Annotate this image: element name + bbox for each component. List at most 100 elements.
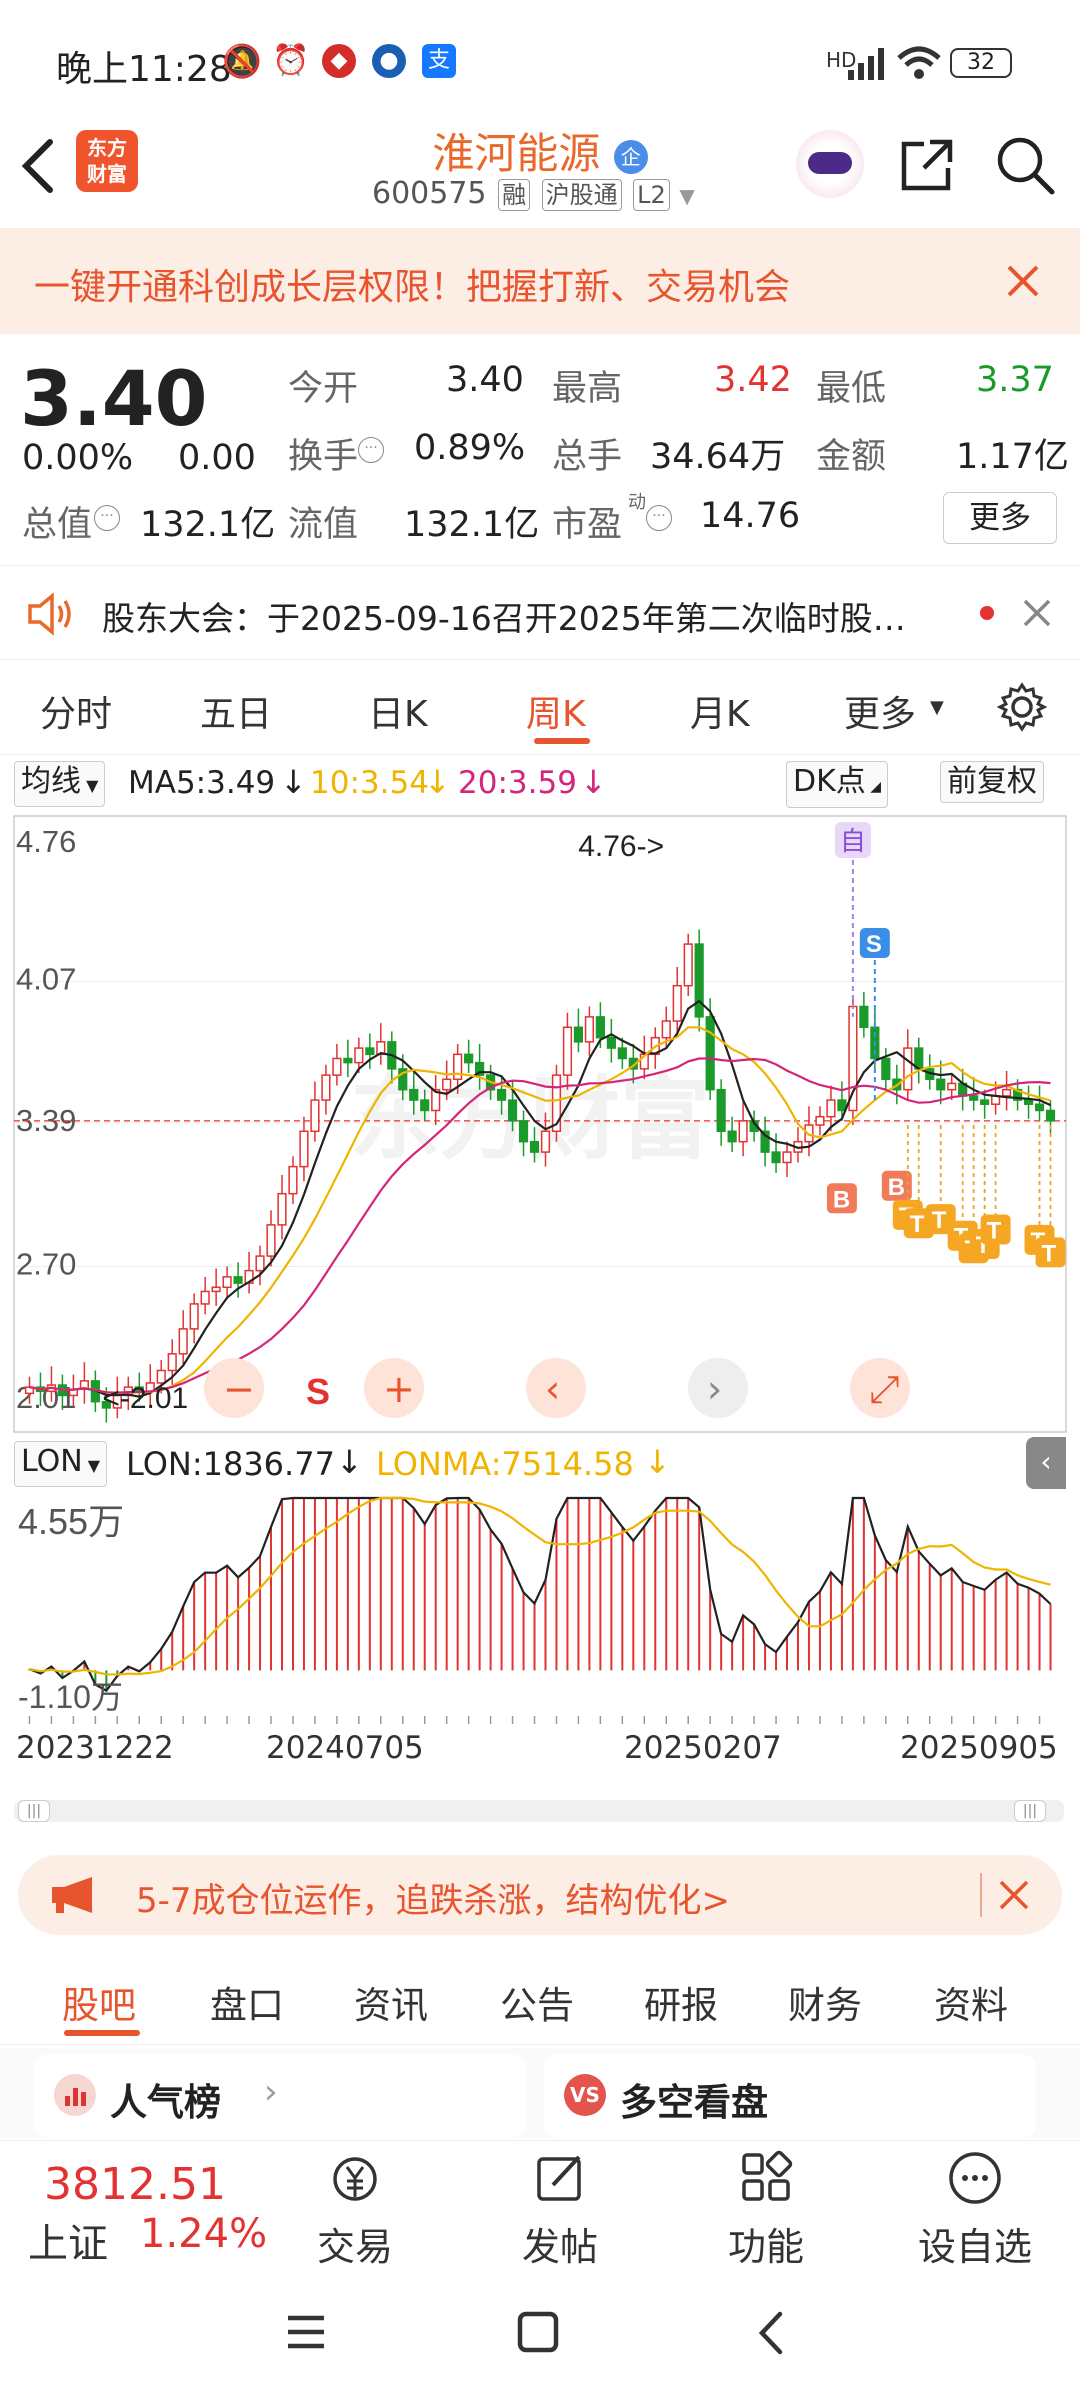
candle-body (409, 1088, 419, 1101)
candle-body (442, 1078, 452, 1091)
candle-body (310, 1099, 320, 1133)
battery-level: 32 (967, 50, 995, 75)
lon-indicator-chart[interactable]: 4.55万 -1.10万 (0, 1490, 1080, 1725)
candle-body (464, 1053, 474, 1064)
candle-body (332, 1057, 342, 1076)
trade-button[interactable]: 交易 (275, 2216, 435, 2271)
candle-body (189, 1303, 199, 1330)
date-label: 20250905 (900, 1730, 1058, 1766)
mktcap-label: 总值 (22, 505, 93, 545)
candle-body (233, 1276, 243, 1284)
candle-body (266, 1224, 276, 1257)
candle-body (167, 1353, 177, 1372)
sub-indicator-label: LON (21, 1444, 83, 1479)
enterprise-badge-icon: 企 (613, 139, 648, 174)
strategy-ad-bar[interactable]: 5-7成仓位运作，追跌杀涨，结构优化> (18, 1855, 1062, 1935)
candle-body (562, 1026, 573, 1076)
home-icon[interactable] (516, 2310, 560, 2354)
notice-bar[interactable]: 股东大会：于2025-09-16召开2025年第二次临时股… (0, 565, 1080, 660)
promo-banner[interactable]: 一键开通科创成长层权限！把握打新、交易机会 (0, 228, 1080, 334)
chart-range-scrollbar[interactable]: ||| ||| (14, 1800, 1064, 1822)
tab-five-day[interactable]: 五日 (200, 685, 272, 737)
candle-body (420, 1099, 430, 1112)
chevron-down-icon[interactable]: ▼ (679, 184, 694, 208)
range-handle-left[interactable]: ||| (18, 1800, 50, 1822)
back-nav-icon[interactable] (754, 2310, 788, 2356)
tab-forum[interactable]: 股吧 (62, 1975, 136, 2029)
tab-more[interactable]: 更多 (844, 685, 916, 737)
tab-research[interactable]: 研报 (644, 1975, 718, 2029)
ranking-icon (54, 2074, 96, 2116)
down-arrow-icon: ↓ (644, 1443, 671, 1481)
last-price: 3.40 (20, 354, 208, 443)
close-icon[interactable] (998, 1879, 1030, 1911)
post-button[interactable]: 发帖 (480, 2216, 640, 2271)
candle-body (321, 1074, 331, 1101)
tab-announcements[interactable]: 公告 (500, 1975, 574, 2029)
candle-body (507, 1099, 518, 1122)
price-adjust-button[interactable]: 前复权 (940, 761, 1044, 803)
down-arrow-icon: ↓ (280, 763, 307, 801)
tab-profile[interactable]: 资料 (934, 1975, 1008, 2029)
info-icon[interactable]: ··· (646, 505, 672, 531)
menu-icon[interactable] (284, 2312, 328, 2352)
candle-body (683, 943, 693, 987)
popularity-card[interactable]: 人气榜 › (34, 2054, 526, 2138)
ma10-value: 10:3.54 (310, 765, 429, 801)
range-handle-right[interactable]: ||| (1014, 1800, 1046, 1822)
ai-assistant-avatar[interactable] (796, 130, 864, 198)
tab-financials[interactable]: 财务 (788, 1975, 862, 2029)
indicator-mode-select[interactable]: 均线 ▼ (14, 761, 106, 807)
bottom-action-bar: 3812.51 上证 1.24% 交易 发帖 功能 设自选 (0, 2140, 1080, 2269)
down-arrow-icon: ↓ (580, 763, 607, 801)
turnover-label: 换手 (288, 437, 359, 477)
close-icon[interactable] (1006, 264, 1040, 298)
lon-top-label: 4.55万 (18, 1501, 124, 1542)
index-change[interactable]: 1.24% (140, 2211, 267, 2257)
robot-face-icon (808, 152, 852, 174)
tab-news[interactable]: 资讯 (354, 1975, 428, 2029)
candle-body (211, 1286, 221, 1293)
tab-monthly-k[interactable]: 月K (690, 685, 750, 737)
candle-body (288, 1165, 298, 1195)
status-bar: 晚上11:28 🔕 ⏰ ◆ ● 支 HD 32 (0, 0, 1080, 120)
functions-button[interactable]: 功能 (686, 2216, 846, 2271)
tab-intraday[interactable]: 分时 (40, 685, 112, 737)
date-label: 20231222 (16, 1730, 174, 1766)
weekly-kline-chart[interactable]: 东方财富4.764.073.392.702.014.76-><-2.01自SB B… (0, 810, 1080, 1437)
more-button[interactable]: 更多 (943, 492, 1057, 544)
self-marker-text: 自 (840, 826, 866, 856)
float-label: 流值 (288, 505, 359, 545)
index-value[interactable]: 3812.51 (44, 2159, 226, 2210)
settings-gear-icon[interactable] (996, 681, 1048, 733)
low-value: 3.37 (976, 360, 1054, 400)
share-icon[interactable] (898, 136, 956, 194)
tab-order-book[interactable]: 盘口 (210, 1975, 284, 2029)
down-arrow-icon: ↓ (424, 763, 451, 801)
add-watchlist-button[interactable]: 设自选 (895, 2216, 1055, 2271)
candle-body (573, 1026, 584, 1043)
info-icon[interactable]: ··· (94, 505, 120, 531)
candle-body (771, 1151, 781, 1164)
divider (980, 1873, 982, 1917)
info-icon[interactable]: ··· (358, 437, 384, 463)
y-tick-label: 2.01 (16, 1380, 76, 1415)
candle-body (343, 1057, 353, 1064)
bull-bear-card[interactable]: VS 多空看盘 (544, 2054, 1036, 2138)
close-icon[interactable] (1022, 598, 1052, 628)
search-icon[interactable] (994, 134, 1056, 196)
active-tab-indicator (534, 738, 590, 744)
open-label: 今开 (288, 369, 359, 409)
tab-daily-k[interactable]: 日K (368, 685, 428, 737)
dk-point-button[interactable]: DK点 ◢ (786, 761, 888, 808)
index-name[interactable]: 上证 (28, 2211, 108, 2269)
candle-body (903, 1047, 913, 1091)
candle-body (826, 1099, 836, 1118)
collapse-panel-icon[interactable]: ‹ (1026, 1437, 1066, 1489)
candle-body (299, 1130, 309, 1168)
candle-body (1045, 1109, 1056, 1122)
feature-cards: 人气榜 › VS 多空看盘 (0, 2048, 1080, 2138)
tab-weekly-k[interactable]: 周K (526, 685, 586, 737)
sub-indicator-select[interactable]: LON ▼ (14, 1441, 108, 1487)
ma20-value: 20:3.59 (458, 765, 577, 801)
